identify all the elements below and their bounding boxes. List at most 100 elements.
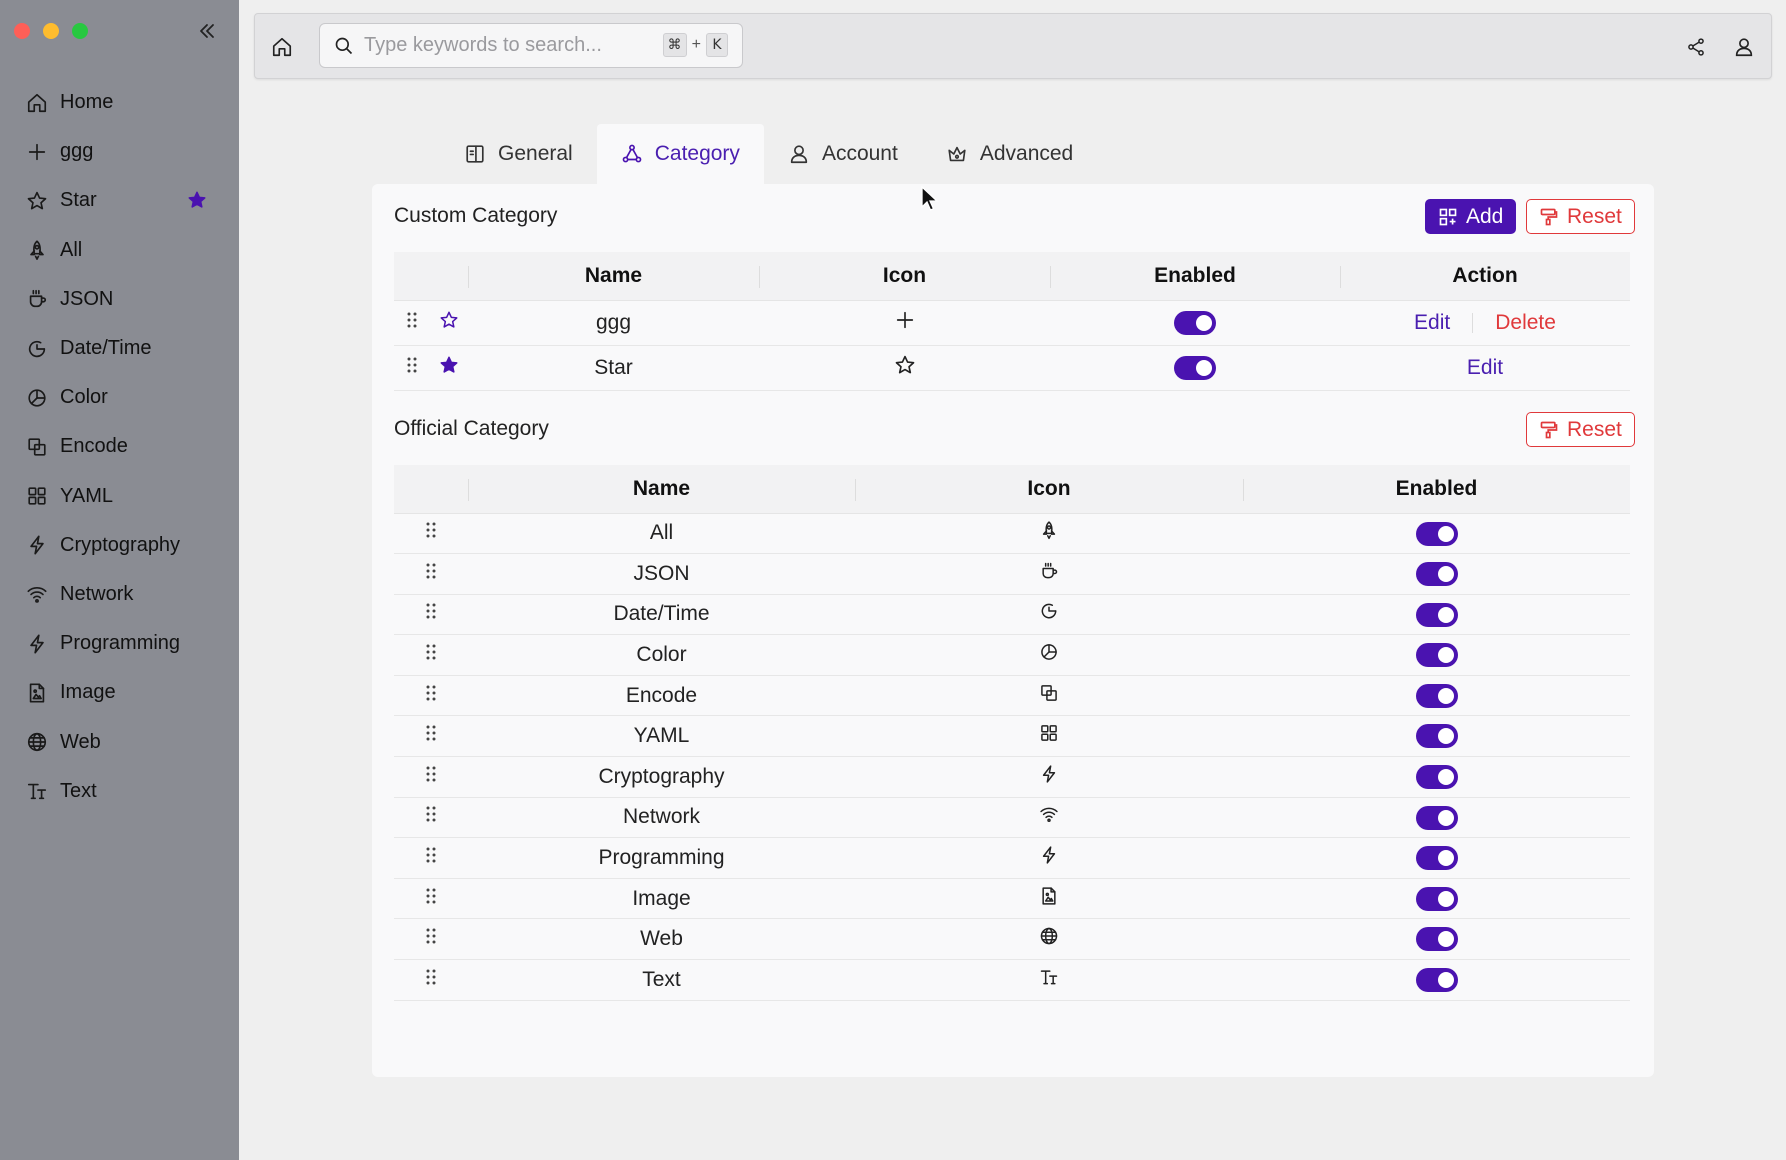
tab-advanced[interactable]: Advanced — [922, 124, 1097, 184]
enabled-toggle[interactable] — [1415, 968, 1458, 993]
enabled-toggle[interactable] — [1415, 724, 1458, 749]
paint-roller-icon — [1540, 208, 1558, 225]
drag-handle[interactable] — [394, 634, 468, 676]
enabled-toggle[interactable] — [1415, 846, 1458, 871]
close-window-button[interactable] — [14, 23, 30, 39]
custom-reset-label: Reset — [1567, 204, 1622, 228]
category-icon-cell — [759, 300, 1050, 346]
tab-account[interactable]: Account — [764, 124, 922, 184]
drag-handle[interactable] — [394, 918, 468, 961]
sidebar-item-web[interactable]: Web — [0, 717, 239, 766]
sidebar-item-ggg[interactable]: ggg — [0, 127, 239, 176]
drag-handle[interactable] — [394, 715, 468, 758]
edit-button[interactable]: Edit — [1414, 311, 1450, 334]
category-name: Network — [468, 797, 855, 839]
drag-handle[interactable] — [394, 513, 468, 555]
drag-handle[interactable] — [394, 300, 430, 346]
sidebar-item-image[interactable]: Image — [0, 668, 239, 717]
drag-handle[interactable] — [394, 878, 468, 920]
category-icon-cell — [855, 513, 1243, 555]
enabled-toggle[interactable] — [1174, 310, 1216, 335]
sidebar-item-star[interactable]: Star — [0, 176, 239, 225]
starred-indicator — [187, 190, 207, 216]
favorite-toggle[interactable] — [430, 300, 468, 346]
tab-general[interactable]: General — [440, 124, 597, 184]
rocket-icon — [1042, 521, 1056, 540]
drag-handle-icon — [426, 888, 436, 904]
mouse-pointer — [921, 186, 939, 211]
sidebar-item-network[interactable]: Network — [0, 570, 239, 619]
category-icon-cell — [855, 959, 1243, 1001]
favorite-toggle[interactable] — [430, 345, 468, 391]
star-icon — [895, 355, 914, 373]
sidebar-item-date-time[interactable]: Date/Time — [0, 324, 239, 373]
sidebar-item-color[interactable]: Color — [0, 373, 239, 422]
drag-handle[interactable] — [394, 675, 468, 717]
drag-column-header — [394, 252, 430, 300]
category-icon — [622, 144, 642, 163]
search-box[interactable]: ⌘ + K — [319, 23, 743, 68]
bolt-icon — [30, 634, 44, 654]
home-icon — [272, 37, 292, 57]
category-name: Cryptography — [468, 756, 855, 798]
sidebar-item-all[interactable]: All — [0, 226, 239, 275]
zoom-window-button[interactable] — [72, 23, 88, 39]
enabled-cell — [1243, 797, 1630, 839]
category-name: Star — [468, 345, 759, 391]
category-icon-cell — [855, 594, 1243, 636]
collapse-sidebar-button[interactable] — [194, 18, 220, 44]
enabled-toggle[interactable] — [1174, 355, 1216, 380]
enabled-toggle[interactable] — [1415, 927, 1458, 952]
search-input[interactable] — [364, 34, 644, 57]
sidebar-item-json[interactable]: JSON — [0, 275, 239, 324]
drag-handle[interactable] — [394, 837, 468, 879]
enabled-toggle[interactable] — [1415, 683, 1458, 708]
category-name: YAML — [468, 715, 855, 758]
sidebar-item-label: All — [60, 238, 83, 261]
sidebar-icon — [26, 780, 48, 802]
enabled-cell — [1050, 300, 1340, 346]
drag-handle[interactable] — [394, 797, 468, 839]
custom-reset-button[interactable]: Reset — [1526, 199, 1635, 234]
sidebar-item-label: Web — [60, 730, 101, 753]
drag-handle[interactable] — [394, 959, 468, 1001]
add-category-button[interactable]: Add — [1425, 199, 1517, 234]
rocket-icon — [30, 240, 44, 261]
minimize-window-button[interactable] — [43, 23, 59, 39]
sidebar-item-home[interactable]: Home — [0, 78, 239, 127]
sidebar-icon — [26, 534, 48, 556]
sidebar-item-yaml[interactable]: YAML — [0, 472, 239, 521]
enabled-toggle[interactable] — [1415, 602, 1458, 627]
delete-button[interactable]: Delete — [1495, 311, 1556, 334]
sidebar-item-programming[interactable]: Programming — [0, 619, 239, 668]
sidebar-item-text[interactable]: Text — [0, 767, 239, 816]
drag-handle[interactable] — [394, 594, 468, 636]
category-icon-cell — [855, 715, 1243, 758]
edit-button[interactable]: Edit — [1467, 356, 1503, 379]
drag-handle-icon — [426, 766, 436, 782]
enabled-toggle[interactable] — [1415, 886, 1458, 911]
drag-handle[interactable] — [394, 553, 468, 595]
tab-category[interactable]: Category — [596, 124, 764, 184]
official-reset-label: Reset — [1567, 417, 1622, 441]
home-button[interactable] — [269, 34, 295, 60]
sidebar-icon — [26, 485, 48, 507]
drag-handle[interactable] — [394, 756, 468, 798]
share-button[interactable] — [1683, 34, 1709, 60]
enabled-toggle[interactable] — [1415, 643, 1458, 668]
category-icon-cell — [855, 837, 1243, 879]
enabled-toggle[interactable] — [1415, 805, 1458, 830]
drag-handle[interactable] — [394, 345, 430, 391]
official-reset-button[interactable]: Reset — [1526, 412, 1635, 447]
enabled-toggle[interactable] — [1415, 521, 1458, 546]
copy-icon — [28, 438, 46, 456]
sidebar-item-encode[interactable]: Encode — [0, 422, 239, 471]
enabled-cell — [1243, 756, 1630, 798]
sidebar-item-cryptography[interactable]: Cryptography — [0, 521, 239, 570]
grid-icon — [28, 487, 46, 505]
enabled-toggle[interactable] — [1415, 765, 1458, 790]
category-icon-cell — [855, 553, 1243, 595]
category-icon-cell — [855, 634, 1243, 676]
account-button[interactable] — [1731, 34, 1757, 60]
enabled-toggle[interactable] — [1415, 562, 1458, 587]
